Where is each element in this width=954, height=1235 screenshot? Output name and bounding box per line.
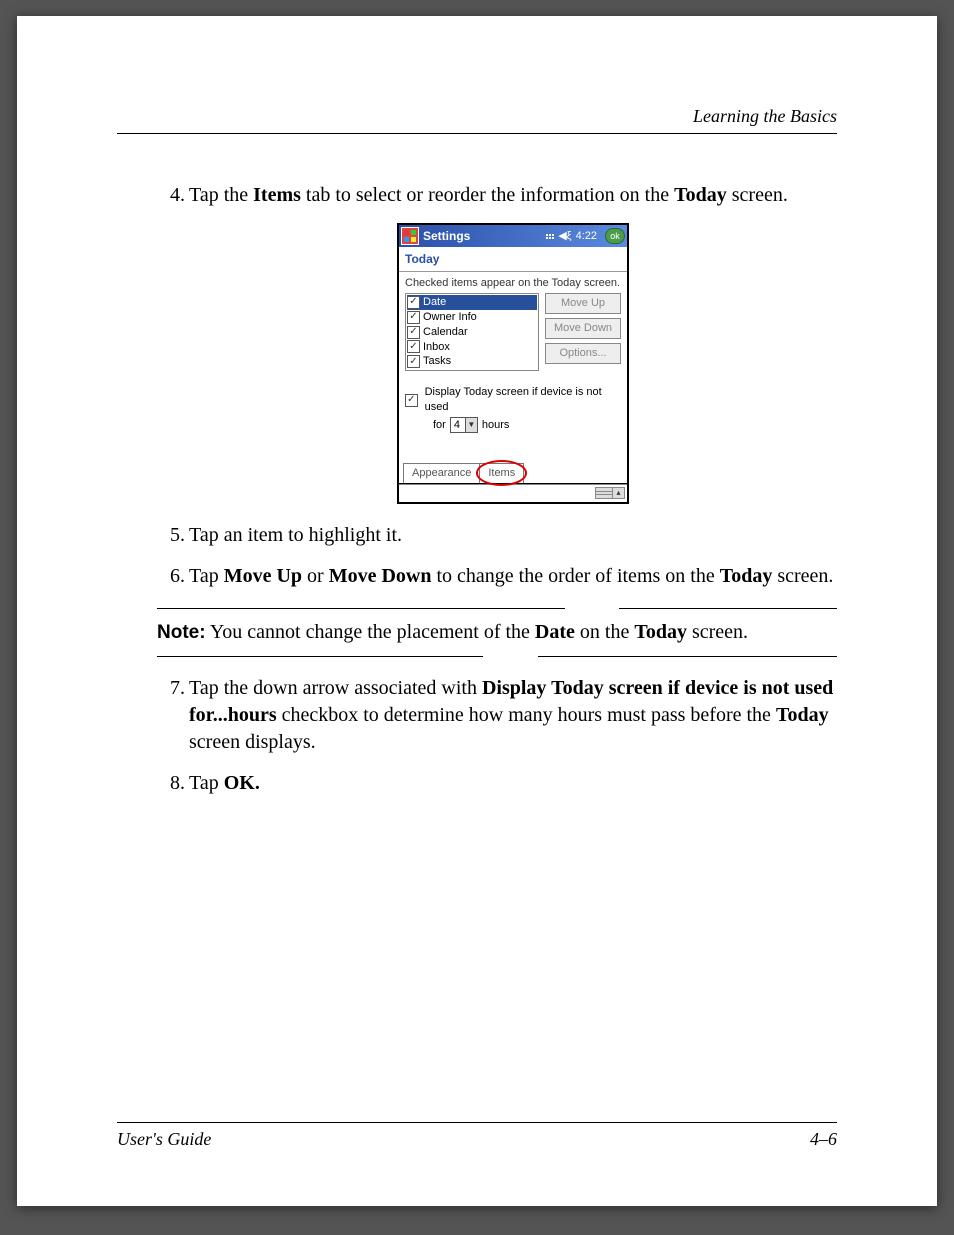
step-text: Tap the Items tab to select or reorder t… (189, 184, 788, 206)
items-listbox[interactable]: ✓ Date ✓ Owner Info ✓ Calendar (405, 293, 539, 371)
instruction-list-continued: 7. Tap the down arrow associated with Di… (157, 675, 837, 797)
connectivity-icon (546, 234, 554, 239)
section-title: Learning the Basics (117, 106, 837, 127)
step-7: 7. Tap the down arrow associated with Di… (189, 675, 837, 756)
checkbox-icon[interactable]: ✓ (407, 340, 420, 353)
hours-dropdown[interactable]: 4 ▼ (450, 417, 478, 433)
tab-appearance[interactable]: Appearance (403, 463, 480, 483)
step-5: 5. Tap an item to highlight it. (189, 522, 837, 549)
display-today-label: Display Today screen if device is not us… (425, 385, 621, 415)
pda-titlebar: Settings ◀ξ 4:22 ok (399, 225, 627, 247)
step-6: 6. Tap Move Up or Move Down to change th… (189, 563, 837, 590)
for-label: for (433, 418, 446, 433)
pda-status-area: ◀ξ 4:22 ok (546, 228, 625, 244)
checkbox-icon[interactable]: ✓ (407, 296, 420, 309)
note-label: Note: (157, 622, 206, 643)
hours-label: hours (482, 418, 510, 433)
document-page: Learning the Basics 4. Tap the Items tab… (17, 16, 937, 1206)
list-item[interactable]: ✓ Owner Info (407, 310, 537, 325)
step-text: Tap an item to highlight it. (189, 524, 402, 546)
checkbox-icon[interactable]: ✓ (405, 394, 418, 407)
checkbox-icon[interactable]: ✓ (407, 326, 420, 339)
hours-value: 4 (454, 418, 460, 433)
pda-caption: Checked items appear on the Today screen… (399, 272, 627, 293)
list-item[interactable]: ✓ Date (407, 295, 537, 310)
chevron-down-icon: ▼ (465, 418, 477, 432)
instruction-list: 4. Tap the Items tab to select or reorde… (157, 182, 837, 590)
tab-strip: Appearance Items (399, 439, 627, 484)
checkbox-icon[interactable]: ✓ (407, 311, 420, 324)
step-number: 8. (157, 770, 185, 797)
windows-flag-icon (401, 227, 419, 245)
header-rule (117, 133, 837, 134)
list-item-label: Calendar (423, 325, 468, 340)
list-item-label: Owner Info (423, 310, 477, 325)
list-item-label: Tasks (423, 354, 451, 369)
ok-button[interactable]: ok (605, 228, 625, 244)
pda-sip-bar: ▴ (399, 484, 627, 502)
speaker-icon: ◀ξ (558, 229, 571, 244)
pda-screenshot: Settings ◀ξ 4:22 ok Today Checked items … (397, 223, 629, 504)
step-text: Tap OK. (189, 772, 260, 794)
footer-right: 4–6 (810, 1129, 837, 1150)
step-text: Tap the down arrow associated with Displ… (189, 677, 833, 753)
body-content: 4. Tap the Items tab to select or reorde… (117, 182, 837, 797)
footer-left: User's Guide (117, 1129, 211, 1150)
pda-title: Settings (423, 228, 546, 244)
sip-arrow-icon[interactable]: ▴ (613, 487, 625, 499)
list-item[interactable]: ✓ Calendar (407, 325, 537, 340)
step-number: 4. (157, 182, 185, 209)
step-8: 8. Tap OK. (189, 770, 837, 797)
pda-time: 4:22 (576, 229, 597, 244)
move-down-button[interactable]: Move Down (545, 318, 621, 339)
pda-subtitle: Today (399, 247, 627, 272)
list-item[interactable]: ✓ Tasks (407, 354, 537, 369)
step-number: 5. (157, 522, 185, 549)
screenshot-figure: Settings ◀ξ 4:22 ok Today Checked items … (189, 223, 837, 504)
display-today-section: ✓ Display Today screen if device is not … (399, 371, 627, 439)
step-number: 7. (157, 675, 185, 702)
note-block: Note: You cannot change the placement of… (157, 608, 837, 657)
footer-rule (117, 1122, 837, 1123)
step-text: Tap Move Up or Move Down to change the o… (189, 565, 833, 587)
list-item-label: Inbox (423, 340, 450, 355)
page-footer: User's Guide 4–6 (117, 1122, 837, 1150)
step-number: 6. (157, 563, 185, 590)
note-text: Note: You cannot change the placement of… (157, 609, 837, 656)
keyboard-icon[interactable] (595, 487, 613, 499)
list-item-label: Date (423, 295, 446, 310)
reorder-buttons: Move Up Move Down Options... (545, 293, 621, 371)
options-button[interactable]: Options... (545, 343, 621, 364)
list-item[interactable]: ✓ Inbox (407, 340, 537, 355)
move-up-button[interactable]: Move Up (545, 293, 621, 314)
tab-items[interactable]: Items (479, 463, 524, 483)
step-4: 4. Tap the Items tab to select or reorde… (189, 182, 837, 209)
checkbox-icon[interactable]: ✓ (407, 355, 420, 368)
